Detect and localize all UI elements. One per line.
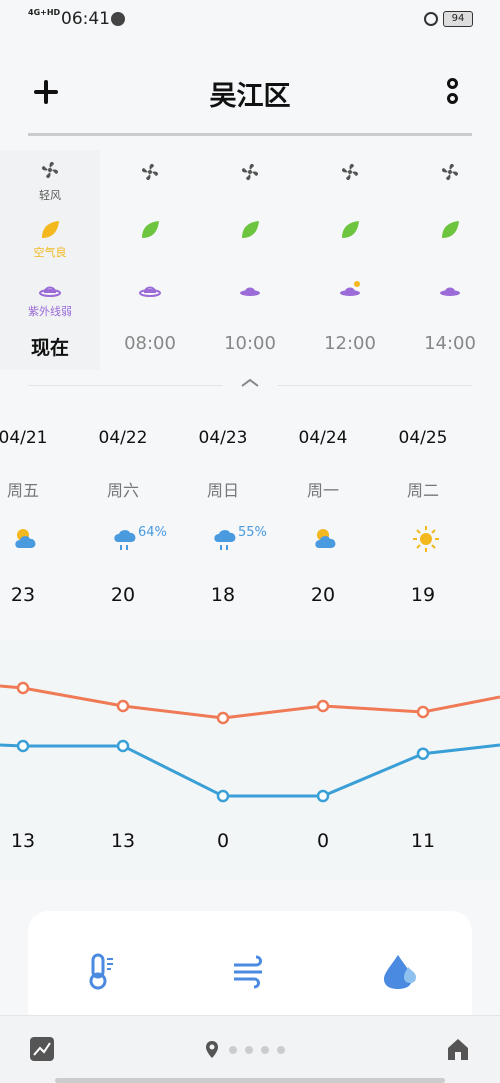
collapse-button[interactable] bbox=[222, 372, 278, 394]
precipitation-chance: 55% bbox=[238, 525, 267, 540]
chart-trend-icon[interactable] bbox=[30, 1037, 54, 1061]
house-icon bbox=[448, 1039, 468, 1060]
day-column[interactable]: 04/25 周二 19 11 bbox=[373, 424, 473, 864]
day-high-temp: 20 bbox=[110, 584, 136, 606]
day-low-temp: 13 bbox=[10, 830, 36, 852]
fan-icon bbox=[141, 163, 159, 181]
day-column[interactable]: 04/23 周日 55% 18 0 bbox=[173, 424, 273, 864]
air-quality-label: 空气良 bbox=[33, 246, 67, 259]
header-divider bbox=[28, 133, 472, 136]
thermometer-icon bbox=[89, 953, 113, 990]
hour-column[interactable]: 08:00 bbox=[100, 150, 200, 370]
wind-icon bbox=[234, 955, 262, 989]
fan-icon bbox=[41, 161, 59, 179]
hour-time: 10:00 bbox=[224, 333, 276, 354]
hour-time: 现在 bbox=[30, 337, 69, 359]
day-weekday: 周二 bbox=[406, 481, 439, 500]
day-low-temp: 0 bbox=[316, 830, 330, 852]
network-indicator: 4G+HD bbox=[28, 8, 61, 17]
sun-hat-icon bbox=[240, 287, 260, 296]
home-icon[interactable] bbox=[446, 1036, 470, 1062]
hour-column[interactable]: 14:00 bbox=[400, 150, 500, 370]
rain-icon bbox=[214, 530, 236, 550]
alarm-icon bbox=[424, 12, 438, 26]
day-high-temp: 20 bbox=[310, 584, 336, 606]
fan-icon bbox=[341, 163, 359, 181]
hour-time: 14:00 bbox=[424, 333, 476, 354]
status-time: 06:41 bbox=[61, 9, 110, 29]
day-low-temp: 13 bbox=[110, 830, 136, 852]
wind-label: 轻风 bbox=[39, 189, 61, 202]
hour-column-now[interactable]: 轻风 空气良 紫外线弱 现在 bbox=[0, 150, 100, 370]
battery-indicator: 94 bbox=[443, 11, 473, 27]
precipitation-chance: 64% bbox=[138, 525, 167, 540]
day-date: 04/21 bbox=[0, 428, 48, 448]
status-bar: 4G+HD 06:41 94 bbox=[0, 0, 500, 40]
leaf-icon bbox=[342, 221, 359, 238]
leaf-icon bbox=[42, 221, 59, 238]
day-date: 04/24 bbox=[298, 428, 348, 448]
fan-icon bbox=[441, 163, 459, 181]
day-low-temp: 11 bbox=[410, 830, 436, 852]
day-weekday: 周六 bbox=[106, 481, 139, 500]
sun-hat-icon bbox=[39, 286, 61, 297]
day-high-temp: 18 bbox=[210, 584, 236, 606]
partly-cloudy-icon bbox=[315, 529, 336, 548]
hour-column[interactable]: 12:00 bbox=[300, 150, 400, 370]
day-date: 04/22 bbox=[98, 428, 148, 448]
trend-line-icon bbox=[33, 1042, 51, 1056]
water-drop-icon bbox=[384, 955, 416, 989]
day-weekday: 周日 bbox=[206, 481, 239, 500]
day-column[interactable]: 04/24 周一 20 0 bbox=[273, 424, 373, 864]
hour-column[interactable]: 10:00 bbox=[200, 150, 300, 370]
chevron-up-icon bbox=[241, 378, 259, 387]
uv-label: 紫外线弱 bbox=[28, 305, 72, 318]
day-low-temp: 0 bbox=[216, 830, 230, 852]
sunny-icon bbox=[413, 526, 439, 552]
day-date: 04/23 bbox=[198, 428, 248, 448]
page-indicator bbox=[205, 1040, 295, 1060]
app-notification-icon bbox=[111, 12, 125, 26]
day-column[interactable]: 04/21 周五 23 13 bbox=[0, 424, 73, 864]
gesture-bar bbox=[55, 1078, 445, 1083]
more-options-button[interactable] bbox=[442, 78, 464, 108]
page-dot bbox=[245, 1046, 253, 1054]
more-dot-icon bbox=[447, 93, 458, 104]
day-high-temp: 23 bbox=[10, 584, 36, 606]
page-dot bbox=[277, 1046, 285, 1054]
city-title: 吴江区 bbox=[209, 81, 291, 112]
location-pin-icon bbox=[206, 1041, 218, 1058]
sun-hat-icon bbox=[340, 281, 360, 296]
hour-time: 12:00 bbox=[324, 333, 376, 354]
sun-hat-icon bbox=[139, 286, 161, 297]
day-weekday: 周五 bbox=[6, 481, 39, 500]
fan-icon bbox=[241, 163, 259, 181]
leaf-icon bbox=[442, 221, 459, 238]
rain-icon bbox=[114, 530, 136, 550]
hour-time: 08:00 bbox=[124, 333, 176, 354]
partly-cloudy-icon bbox=[15, 529, 36, 548]
day-weekday: 周一 bbox=[306, 481, 339, 500]
day-date: 04/25 bbox=[398, 428, 448, 448]
page-dot bbox=[261, 1046, 269, 1054]
more-dot-icon bbox=[447, 78, 458, 89]
day-high-temp: 19 bbox=[410, 584, 436, 606]
day-column[interactable]: 04/22 周六 64% 20 13 bbox=[73, 424, 173, 864]
add-city-button[interactable] bbox=[30, 76, 62, 108]
page-dot bbox=[229, 1046, 237, 1054]
leaf-icon bbox=[142, 221, 159, 238]
leaf-icon bbox=[242, 221, 259, 238]
sun-hat-icon bbox=[440, 287, 460, 296]
